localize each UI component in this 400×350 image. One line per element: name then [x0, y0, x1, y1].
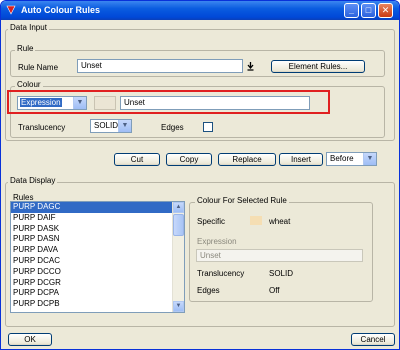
- list-item[interactable]: PURP DCPB: [11, 299, 184, 310]
- edges-label: Edges: [161, 123, 184, 132]
- title-bar[interactable]: Auto Colour Rules _ □ ✕: [1, 1, 399, 20]
- highlight-box: [7, 90, 330, 114]
- specific-label: Specific: [197, 217, 226, 226]
- auto-colour-rules-window: Auto Colour Rules _ □ ✕ Data Input Rule …: [0, 0, 400, 350]
- list-item[interactable]: PURP DAGC: [11, 202, 184, 213]
- list-item[interactable]: PURP DASK: [11, 224, 184, 235]
- chevron-down-icon: ▼: [118, 120, 131, 132]
- data-display-label: Data Display: [8, 176, 58, 185]
- list-item[interactable]: PURP DASN: [11, 234, 184, 245]
- selected-expression-input: Unset: [196, 249, 363, 262]
- rule-name-label: Rule Name: [18, 63, 59, 72]
- selected-translucency-value: SOLID: [269, 269, 294, 278]
- minimize-icon: _: [348, 5, 354, 15]
- rules-list[interactable]: PURP DAGC PURP DAIF PURP DASK PURP DASN PURP…: [10, 201, 185, 313]
- list-item[interactable]: PURP DCCO: [11, 267, 184, 278]
- close-icon: ✕: [381, 5, 390, 15]
- ok-button[interactable]: OK: [8, 333, 52, 346]
- specific-colour-swatch: [250, 216, 262, 225]
- colour-group-label: Colour: [15, 80, 43, 89]
- rules-items: PURP DAGC PURP DAIF PURP DASK PURP DASN PURP…: [11, 202, 184, 310]
- rule-name-input[interactable]: Unset: [77, 59, 243, 73]
- selected-edges-value: Off: [269, 286, 280, 295]
- copy-button[interactable]: Copy: [166, 153, 212, 166]
- translucency-select[interactable]: SOLID ▼: [90, 119, 132, 133]
- rules-scrollbar[interactable]: ▲ ▼: [172, 202, 184, 312]
- specific-value: wheat: [269, 217, 291, 226]
- translucency-value: SOLID: [94, 121, 119, 130]
- list-item[interactable]: PURP DCGR: [11, 278, 184, 289]
- insert-button[interactable]: Insert: [279, 153, 323, 166]
- element-rules-button[interactable]: Element Rules...: [271, 60, 365, 73]
- list-item[interactable]: PURP DCPA: [11, 288, 184, 299]
- window-title: Auto Colour Rules: [21, 5, 100, 15]
- list-item[interactable]: PURP DAIF: [11, 213, 184, 224]
- expression-label: Expression: [197, 237, 237, 246]
- app-icon: [6, 5, 16, 15]
- scroll-up-button[interactable]: ▲: [173, 202, 184, 213]
- selected-edges-label: Edges: [197, 286, 220, 295]
- insert-position-select[interactable]: Before ▼: [326, 152, 377, 166]
- selected-translucency-label: Translucency: [197, 269, 245, 278]
- chevron-down-icon: ▼: [363, 153, 376, 165]
- cancel-button[interactable]: Cancel: [351, 333, 395, 346]
- translucency-label: Translucency: [18, 123, 66, 132]
- edges-checkbox[interactable]: [203, 122, 213, 132]
- maximize-icon: □: [365, 5, 372, 15]
- list-item[interactable]: PURP DCAC: [11, 256, 184, 267]
- minimize-button[interactable]: _: [344, 3, 359, 18]
- selected-rule-colour-label: Colour For Selected Rule: [195, 196, 289, 205]
- scroll-thumb[interactable]: [173, 214, 184, 236]
- cut-button[interactable]: Cut: [114, 153, 160, 166]
- download-arrow-icon[interactable]: [246, 61, 255, 71]
- close-button[interactable]: ✕: [378, 3, 393, 18]
- data-input-label: Data Input: [8, 23, 49, 32]
- rule-group-label: Rule: [15, 44, 36, 53]
- maximize-button[interactable]: □: [361, 3, 376, 18]
- list-item[interactable]: PURP DAVA: [11, 245, 184, 256]
- scroll-down-button[interactable]: ▼: [173, 301, 184, 312]
- replace-button[interactable]: Replace: [218, 153, 276, 166]
- insert-position-value: Before: [330, 154, 354, 163]
